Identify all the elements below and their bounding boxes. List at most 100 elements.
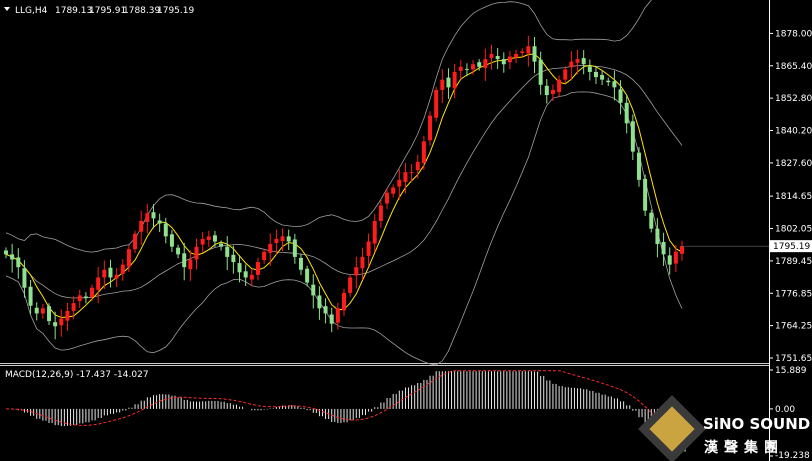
candle-body (397, 179, 402, 187)
candle-body (34, 307, 39, 314)
candle-body (538, 59, 543, 85)
candle-body (311, 284, 316, 296)
price-tick-label: 1751.65 (775, 354, 812, 364)
candle-body (249, 274, 254, 280)
candle-body (520, 51, 525, 53)
candle-body (65, 310, 70, 321)
high-value: 1795.91 (89, 6, 126, 16)
candle-body (550, 89, 555, 95)
logo-text-cn: 漢聲集團 (704, 439, 784, 456)
candle-body (421, 141, 426, 163)
candle-body (415, 161, 420, 171)
candle-body (360, 256, 365, 269)
candle-body (618, 89, 623, 103)
candle-body (514, 53, 519, 58)
candle-body (391, 187, 396, 194)
candle-body (569, 61, 574, 68)
candle-body (280, 236, 285, 241)
candle-body (323, 306, 328, 314)
candle-body (452, 71, 457, 89)
candle-body (593, 71, 598, 78)
candle-body (649, 212, 654, 229)
price-tick-label: 1764.25 (775, 322, 812, 332)
macd-tick-label: 15.889 (775, 366, 807, 376)
candle-body (507, 56, 512, 63)
candle-body (163, 223, 168, 237)
candle-body (501, 59, 506, 65)
candle-body (96, 277, 101, 290)
candle-body (194, 246, 199, 260)
candle-body (624, 102, 629, 124)
candle-body (206, 236, 211, 240)
macd-tick-label: 0.00 (775, 405, 795, 415)
candle-body (630, 121, 635, 152)
candle-body (612, 81, 617, 88)
chart-background (0, 0, 812, 461)
candle-body (643, 178, 648, 211)
candle-body (434, 89, 439, 118)
candle-body (526, 46, 531, 54)
candle-body (212, 235, 217, 242)
chart-canvas[interactable]: LLG,H4 1789.13 1795.91 1788.39 1795.19 M… (0, 0, 812, 461)
candle-body (366, 241, 371, 256)
price-tick-label: 1776.85 (775, 289, 812, 299)
candle-body (16, 257, 21, 268)
candle-body (440, 79, 445, 90)
candle-body (40, 308, 45, 314)
candle-body (385, 192, 390, 204)
candle-body (636, 152, 641, 180)
trading-chart-window[interactable]: LLG,H4 1789.13 1795.91 1788.39 1795.19 M… (0, 0, 812, 461)
price-tick-label: 1814.65 (775, 192, 812, 202)
candle-body (286, 236, 291, 242)
candle-body (102, 269, 107, 278)
candle-body (477, 62, 482, 67)
symbol-label: LLG,H4 (15, 6, 48, 16)
candle-body (108, 267, 113, 278)
candle-body (22, 268, 27, 288)
candle-body (575, 59, 580, 63)
candle-body (53, 322, 58, 327)
candle-body (372, 220, 377, 244)
price-tick-label: 1852.80 (775, 94, 812, 104)
candle-body (255, 262, 260, 275)
candle-body (667, 255, 672, 265)
candle-body (10, 254, 15, 260)
candle-body (606, 80, 611, 83)
candle-body (458, 66, 463, 71)
candle-body (292, 239, 297, 257)
candle-body (329, 314, 334, 324)
candle-body (219, 243, 224, 247)
candle-body (557, 79, 562, 92)
candle-body (483, 59, 488, 68)
candle-body (182, 253, 187, 268)
candle-body (305, 268, 310, 283)
candle-body (495, 56, 500, 60)
candle-body (409, 172, 414, 174)
candle-body (77, 295, 82, 302)
candle-body (378, 205, 383, 221)
price-tick-label: 1865.40 (775, 62, 812, 72)
candle-body (114, 274, 119, 279)
candle-body (120, 264, 125, 274)
symbol-header: LLG,H4 1789.13 1795.91 1788.39 1795.19 (4, 6, 194, 16)
candle-body (532, 46, 537, 62)
candle-body (446, 77, 451, 88)
price-tick-label: 1789.45 (775, 257, 812, 267)
candle-body (157, 220, 162, 224)
candle-body (188, 259, 193, 270)
candle-body (464, 68, 469, 70)
candle-body (83, 296, 88, 299)
candle-body (237, 263, 242, 273)
candle-body (342, 292, 346, 311)
price-tick-label: 1840.20 (775, 127, 812, 137)
candle-body (243, 271, 248, 278)
candle-body (133, 233, 138, 250)
candle-body (348, 277, 353, 293)
candle-body (71, 303, 76, 311)
candle-body (655, 228, 660, 245)
candle-body (335, 308, 340, 323)
candle-body (126, 249, 131, 267)
candle-body (403, 172, 408, 182)
candle-body (661, 242, 666, 255)
price-tick-label: 1878.00 (775, 29, 812, 39)
